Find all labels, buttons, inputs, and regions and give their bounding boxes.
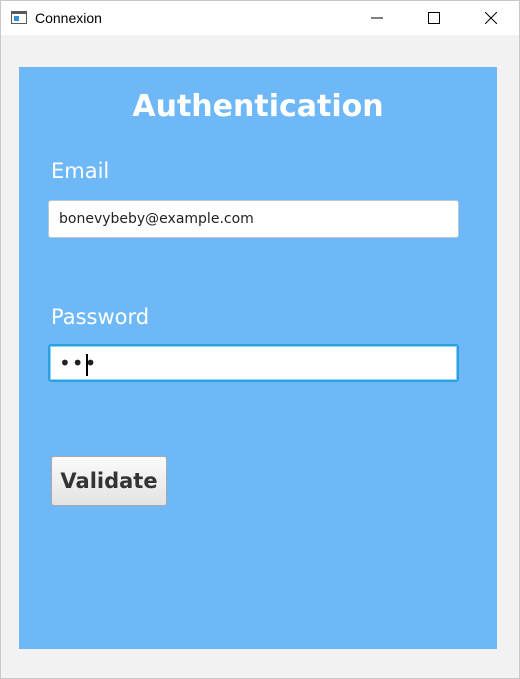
maximize-icon xyxy=(428,12,440,24)
app-window-icon xyxy=(11,11,27,24)
minimize-icon xyxy=(371,17,383,19)
close-button[interactable] xyxy=(468,1,514,35)
minimize-button[interactable] xyxy=(354,1,400,35)
page-title: Authentication xyxy=(132,89,384,124)
app-window: Connexion Authentication Email bonevybeb… xyxy=(0,0,520,679)
window-title: Connexion xyxy=(35,10,102,26)
password-mask: ••• xyxy=(59,351,98,375)
close-icon xyxy=(485,12,497,24)
title-bar[interactable]: Connexion xyxy=(1,1,519,35)
validate-button[interactable]: Validate xyxy=(51,456,167,506)
maximize-button[interactable] xyxy=(411,1,457,35)
text-caret xyxy=(86,354,88,376)
email-field[interactable]: bonevybeby@example.com xyxy=(48,200,459,238)
email-value: bonevybeby@example.com xyxy=(59,211,254,227)
password-field[interactable]: ••• xyxy=(48,344,459,382)
authentication-panel: Authentication Email bonevybeby@example.… xyxy=(19,67,497,649)
password-label: Password xyxy=(51,305,150,329)
email-label: Email xyxy=(51,159,110,183)
